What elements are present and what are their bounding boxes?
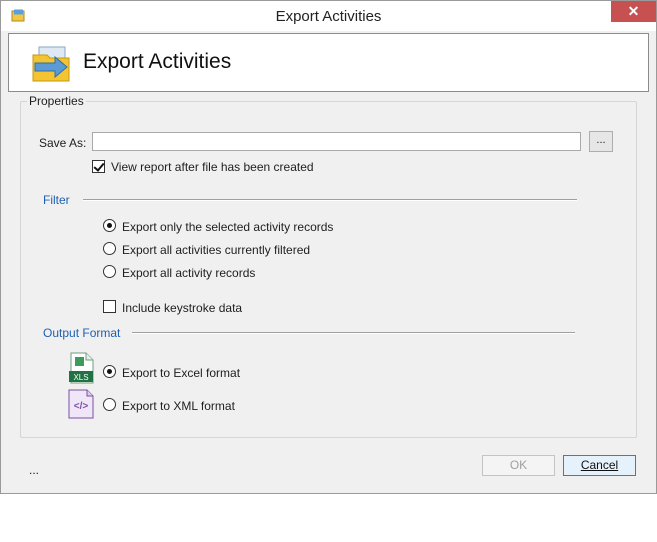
title-bar[interactable]: Export Activities ✕ [1,1,656,31]
excel-file-icon: XLS [69,352,94,384]
excel-icon-text: XLS [73,373,88,382]
save-as-label: Save As: [39,136,87,150]
output-format-section-title: Output Format [43,326,121,340]
keystroke-checkbox[interactable] [103,300,116,313]
radio-export-selected[interactable] [103,219,116,232]
header-title: Export Activities [83,50,232,73]
cancel-button[interactable]: Cancel [563,455,636,476]
filter-section-title: Filter [43,193,70,207]
output-format-separator [132,332,575,334]
xml-file-icon: </> [68,389,94,419]
export-xml-label[interactable]: Export to XML format [122,399,235,413]
export-selected-label[interactable]: Export only the selected activity record… [122,220,333,234]
close-button[interactable]: ✕ [611,1,656,22]
dialog-header: Export Activities [8,33,649,92]
browse-button[interactable]: ... [589,131,613,152]
radio-export-all[interactable] [103,265,116,278]
export-folder-icon [32,46,70,82]
status-text: ... [29,463,40,477]
export-filtered-label[interactable]: Export all activities currently filtered [122,243,310,257]
ok-button[interactable]: OK [482,455,555,476]
export-excel-label[interactable]: Export to Excel format [122,366,240,380]
view-report-checkbox[interactable] [92,160,105,173]
radio-export-excel[interactable] [103,365,116,378]
filter-separator [83,199,577,201]
radio-export-filtered[interactable] [103,242,116,255]
radio-export-xml[interactable] [103,398,116,411]
export-all-label[interactable]: Export all activity records [122,266,255,280]
properties-legend: Properties [27,94,86,108]
save-as-input[interactable] [92,132,581,151]
keystroke-label[interactable]: Include keystroke data [122,301,242,315]
xml-icon-text: </> [74,401,89,412]
view-report-label[interactable]: View report after file has been created [111,160,314,174]
cancel-button-label: Cancel [580,458,619,472]
window-title: Export Activities [275,8,382,25]
